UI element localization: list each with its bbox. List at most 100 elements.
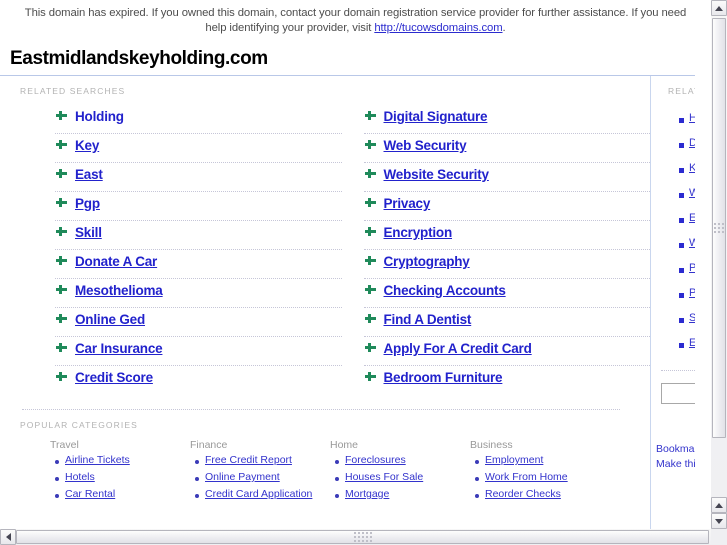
- related-search-item[interactable]: Apply For A Credit Card: [363, 337, 650, 366]
- category-link[interactable]: Employment: [485, 454, 543, 466]
- page-title: Eastmidlandskeyholding.com: [10, 48, 268, 69]
- category-item[interactable]: Online Payment: [190, 471, 330, 488]
- horizontal-scrollbar-track[interactable]: [16, 529, 711, 545]
- related-search-link[interactable]: Digital Signature: [384, 106, 488, 128]
- related-search-item[interactable]: Cryptography: [363, 250, 650, 279]
- related-search-link[interactable]: Apply For A Credit Card: [384, 338, 532, 360]
- plus-arrow-icon: [55, 284, 68, 297]
- related-search-item[interactable]: Donate A Car: [55, 250, 342, 279]
- scroll-down-small-button[interactable]: [711, 513, 727, 529]
- vertical-scrollbar-thumb[interactable]: [712, 18, 726, 438]
- expiry-notice-text-after: .: [502, 22, 506, 34]
- related-search-item[interactable]: Checking Accounts: [363, 279, 650, 308]
- category-link[interactable]: Airline Tickets: [65, 454, 130, 466]
- category-link[interactable]: Car Rental: [65, 488, 115, 500]
- related-search-link[interactable]: Mesothelioma: [75, 280, 163, 302]
- category-link[interactable]: Foreclosures: [345, 454, 406, 466]
- related-search-item[interactable]: Mesothelioma: [55, 279, 342, 308]
- plus-arrow-icon: [364, 197, 377, 210]
- bullet-icon: [679, 118, 684, 123]
- related-search-link[interactable]: Find A Dentist: [384, 309, 472, 331]
- category-link[interactable]: Houses For Sale: [345, 471, 423, 483]
- related-search-link[interactable]: East: [75, 164, 103, 186]
- bullet-icon: [475, 494, 479, 498]
- category-item[interactable]: Employment: [470, 454, 610, 471]
- vertical-scroll-buttons[interactable]: [711, 497, 727, 529]
- category-item[interactable]: Free Credit Report: [190, 454, 330, 471]
- vertical-scrollbar-track[interactable]: [711, 16, 727, 529]
- tucows-domains-link[interactable]: http://tucowsdomains.com: [374, 22, 502, 34]
- related-search-item[interactable]: Holding: [55, 105, 342, 134]
- category-link[interactable]: Reorder Checks: [485, 488, 561, 500]
- related-searches-label: RELATED SEARCHES: [20, 86, 126, 96]
- horizontal-scrollbar[interactable]: [0, 529, 727, 545]
- related-search-item[interactable]: Privacy: [363, 192, 650, 221]
- related-search-link[interactable]: Web Security: [384, 135, 467, 157]
- bullet-icon: [679, 143, 684, 148]
- related-search-item[interactable]: Website Security: [363, 163, 650, 192]
- related-search-item[interactable]: Online Ged: [55, 308, 342, 337]
- scroll-left-button[interactable]: [0, 529, 16, 545]
- related-search-link[interactable]: Website Security: [384, 164, 490, 186]
- related-search-link[interactable]: Credit Score: [75, 367, 153, 389]
- category-item[interactable]: Credit Card Application: [190, 488, 330, 505]
- scroll-up-small-button[interactable]: [711, 497, 727, 513]
- related-search-link[interactable]: Encryption: [384, 222, 453, 244]
- related-search-item[interactable]: Encryption: [363, 221, 650, 250]
- related-search-item[interactable]: Bedroom Furniture: [364, 366, 651, 395]
- category-item[interactable]: Work From Home: [470, 471, 610, 488]
- category-link[interactable]: Hotels: [65, 471, 95, 483]
- related-search-item[interactable]: Find A Dentist: [363, 308, 650, 337]
- related-search-link[interactable]: Donate A Car: [75, 251, 157, 273]
- category-link[interactable]: Mortgage: [345, 488, 389, 500]
- related-search-item[interactable]: Car Insurance: [55, 337, 342, 366]
- expiry-notice: This domain has expired. If you owned th…: [0, 0, 711, 40]
- related-search-link[interactable]: Cryptography: [384, 251, 470, 273]
- related-search-link[interactable]: Skill: [75, 222, 102, 244]
- category-link[interactable]: Credit Card Application: [205, 488, 312, 500]
- category-item[interactable]: Foreclosures: [330, 454, 470, 471]
- grip-icon: [714, 223, 724, 233]
- plus-arrow-icon: [55, 313, 68, 326]
- plus-arrow-icon: [55, 226, 68, 239]
- scroll-up-button[interactable]: [711, 0, 727, 16]
- plus-arrow-icon: [364, 371, 377, 384]
- bullet-icon: [335, 494, 339, 498]
- related-search-link[interactable]: Privacy: [384, 193, 431, 215]
- related-search-link[interactable]: Bedroom Furniture: [384, 367, 503, 389]
- category-heading: Travel: [50, 439, 79, 451]
- category-item[interactable]: Reorder Checks: [470, 488, 610, 505]
- page-content: This domain has expired. If you owned th…: [0, 0, 711, 529]
- category-item[interactable]: Car Rental: [50, 488, 190, 505]
- category-item[interactable]: Houses For Sale: [330, 471, 470, 488]
- make-this-link[interactable]: Make thi: [656, 458, 696, 470]
- bullet-icon: [335, 477, 339, 481]
- related-search-item[interactable]: Digital Signature: [363, 105, 650, 134]
- category-link[interactable]: Free Credit Report: [205, 454, 292, 466]
- category-link[interactable]: Online Payment: [205, 471, 280, 483]
- related-search-item[interactable]: East: [55, 163, 342, 192]
- browser-viewport: This domain has expired. If you owned th…: [0, 0, 727, 545]
- plus-arrow-icon: [55, 342, 68, 355]
- related-search-link[interactable]: Car Insurance: [75, 338, 163, 360]
- related-search-item[interactable]: Web Security: [363, 134, 650, 163]
- related-search-link[interactable]: Key: [75, 135, 99, 157]
- vertical-scrollbar[interactable]: [711, 0, 727, 529]
- related-search-link[interactable]: Checking Accounts: [384, 280, 506, 302]
- category-item[interactable]: Airline Tickets: [50, 454, 190, 471]
- category-item[interactable]: Mortgage: [330, 488, 470, 505]
- related-search-link[interactable]: Holding: [75, 106, 124, 128]
- related-search-item[interactable]: Skill: [55, 221, 342, 250]
- arrow-down-icon: [715, 518, 723, 524]
- plus-arrow-icon: [364, 284, 377, 297]
- category-link[interactable]: Work From Home: [485, 471, 568, 483]
- related-search-link[interactable]: Pgp: [75, 193, 100, 215]
- related-search-item[interactable]: Credit Score: [55, 366, 342, 395]
- related-searches-grid: Holding Key East Pgp Skill Donate A Car …: [0, 96, 650, 395]
- related-search-item[interactable]: Pgp: [55, 192, 342, 221]
- category-item[interactable]: Hotels: [50, 471, 190, 488]
- bullet-icon: [55, 494, 59, 498]
- related-search-link[interactable]: Online Ged: [75, 309, 145, 331]
- related-search-item[interactable]: Key: [55, 134, 342, 163]
- horizontal-scrollbar-thumb[interactable]: [16, 530, 709, 544]
